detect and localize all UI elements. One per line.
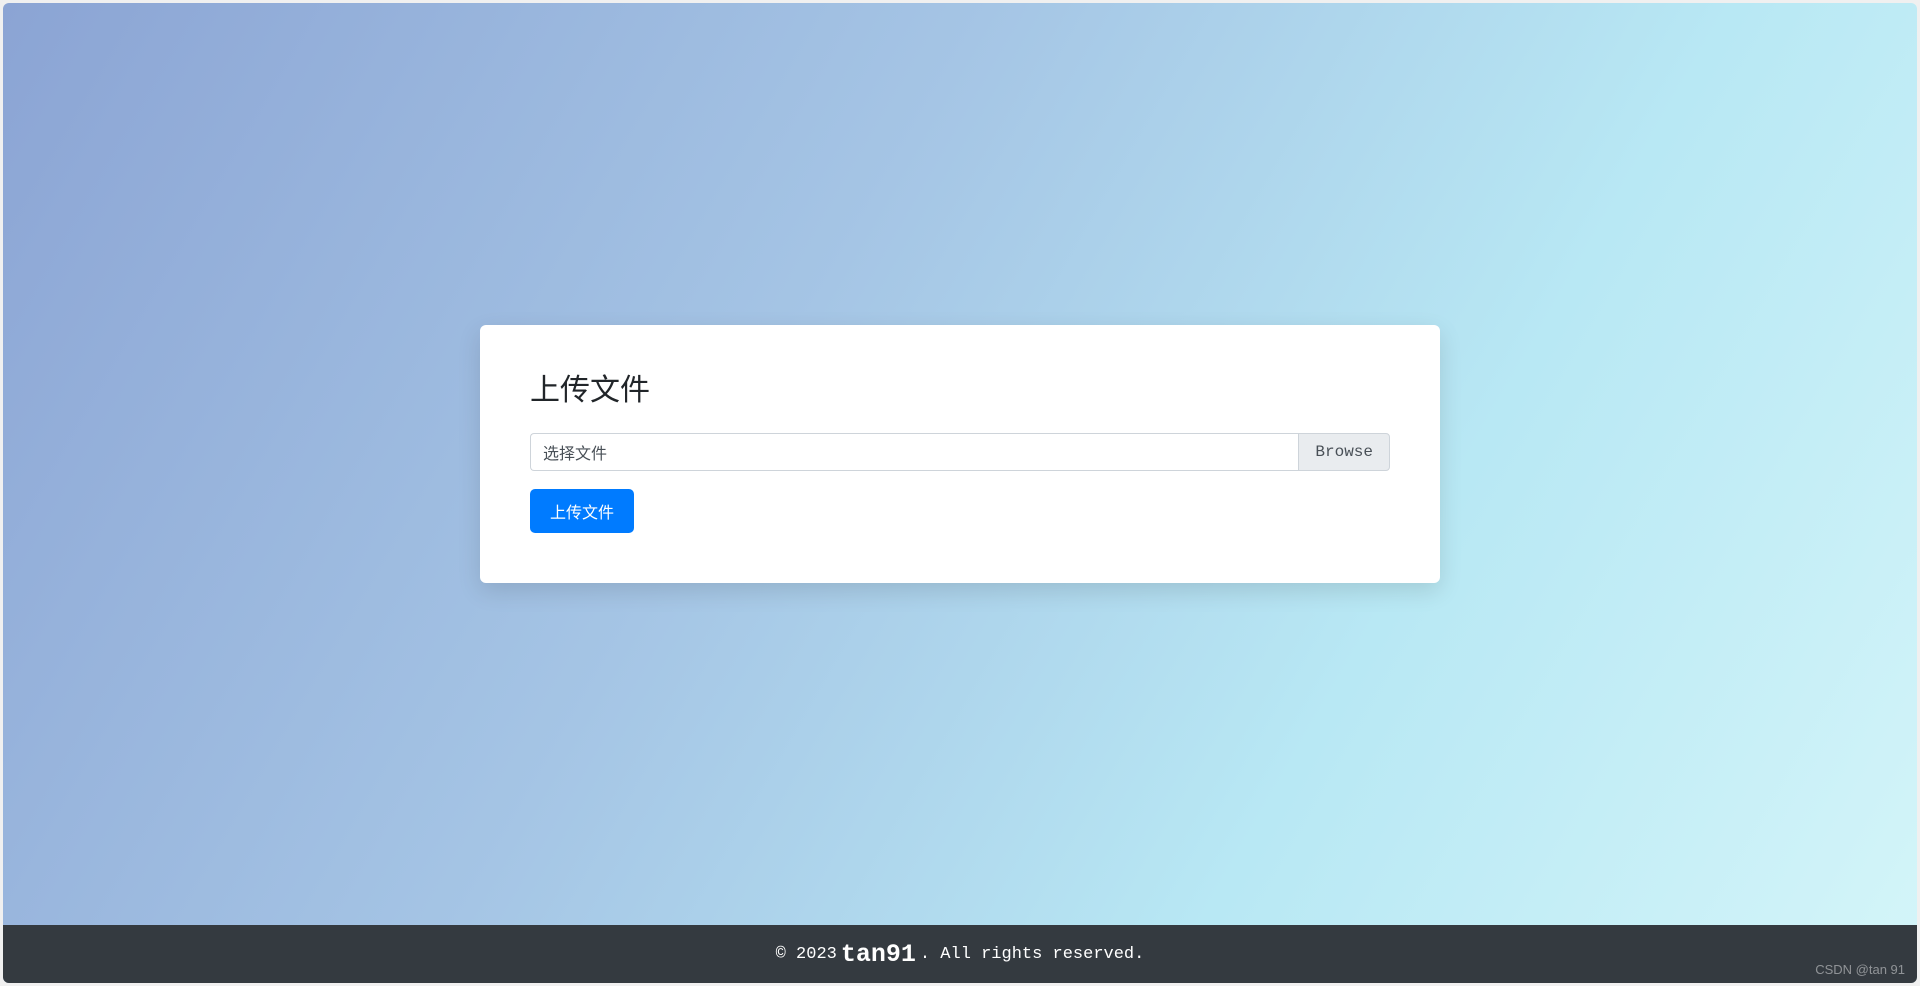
file-input[interactable]: 选择文件 xyxy=(530,433,1298,471)
copyright-prefix: © 2023 xyxy=(776,945,837,964)
upload-card: 上传文件 选择文件 Browse 上传文件 xyxy=(480,325,1440,583)
footer-brand: tan91 xyxy=(841,940,916,969)
card-title: 上传文件 xyxy=(530,365,1390,409)
file-input-group: 选择文件 Browse xyxy=(530,433,1390,471)
browse-button[interactable]: Browse xyxy=(1298,433,1390,471)
page-background: 上传文件 选择文件 Browse 上传文件 © 2023 tan91 . All… xyxy=(3,3,1917,983)
watermark: CSDN @tan 91 xyxy=(1815,962,1905,977)
copyright-suffix: . All rights reserved. xyxy=(920,945,1144,964)
footer: © 2023 tan91 . All rights reserved. xyxy=(3,925,1917,983)
main-area: 上传文件 选择文件 Browse 上传文件 xyxy=(3,3,1917,925)
upload-button[interactable]: 上传文件 xyxy=(530,489,634,533)
